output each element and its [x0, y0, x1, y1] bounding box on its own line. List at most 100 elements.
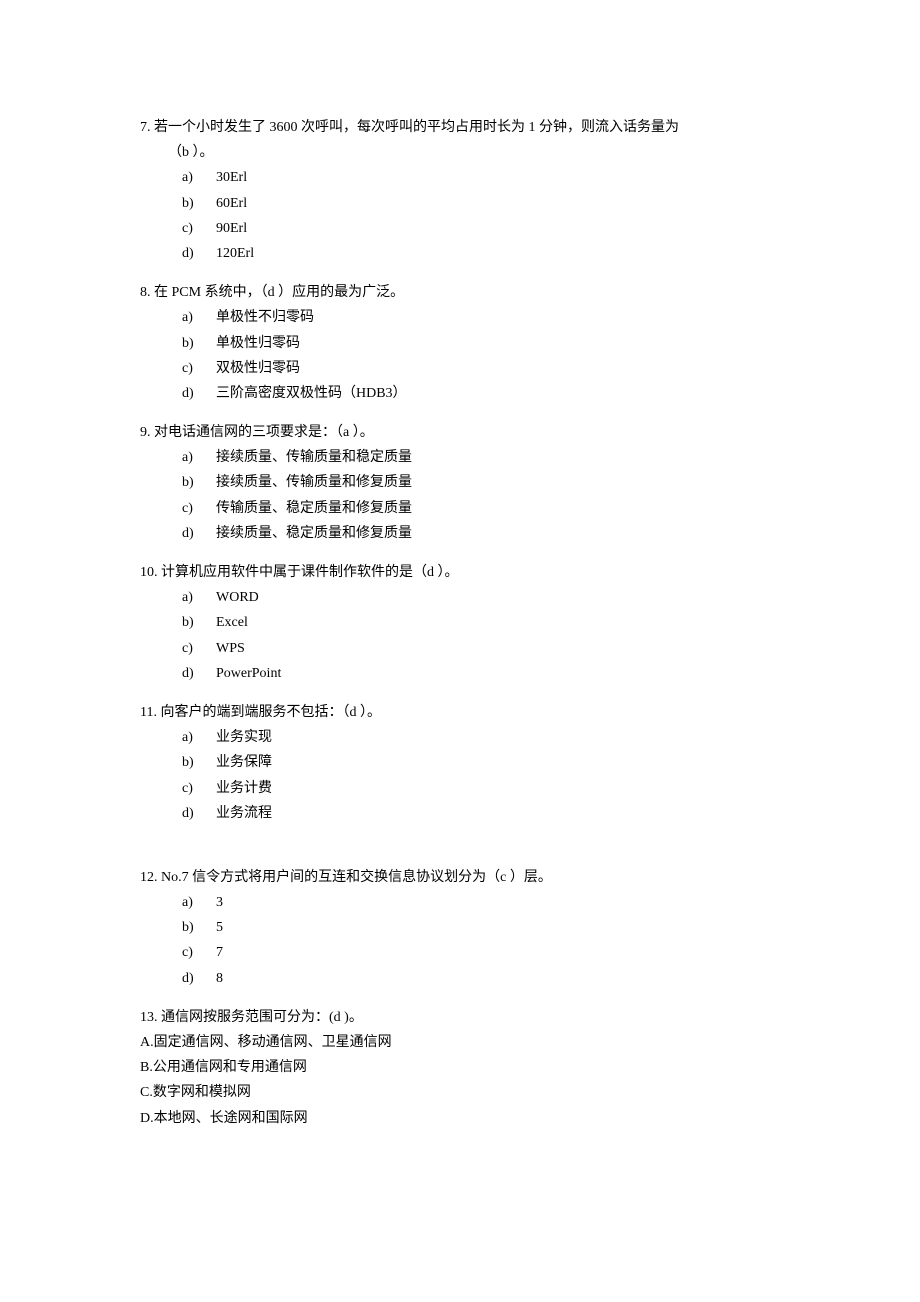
option-a: a)3: [182, 890, 815, 915]
question-text: 向客户的端到端服务不包括：（d ）。: [160, 705, 381, 720]
option-text: 单极性归零码: [216, 336, 300, 351]
question-stem: 13. 通信网按服务范围可分为：(d )。: [140, 1005, 815, 1030]
option-letter: d): [182, 381, 216, 406]
option-letter: b): [182, 610, 216, 635]
option-b: B.公用通信网和专用通信网: [140, 1055, 815, 1080]
option-letter: c): [182, 636, 216, 661]
option-b: b)Excel: [182, 610, 815, 635]
option-text: 业务流程: [216, 806, 272, 821]
option-c: c)WPS: [182, 636, 815, 661]
option-letter: D.: [140, 1106, 154, 1131]
option-letter: d): [182, 241, 216, 266]
option-text: 7: [216, 945, 223, 960]
option-letter: b): [182, 750, 216, 775]
option-text: 传输质量、稳定质量和修复质量: [216, 501, 412, 516]
question-stem: 7. 若一个小时发生了 3600 次呼叫，每次呼叫的平均占用时长为 1 分钟，则…: [140, 115, 815, 140]
question-stem: 9. 对电话通信网的三项要求是：（a ）。: [140, 420, 815, 445]
option-letter: c): [182, 496, 216, 521]
option-text: 本地网、长途网和国际网: [154, 1111, 308, 1126]
option-d: d)三阶高密度双极性码（HDB3）: [182, 381, 815, 406]
question-number: 13.: [140, 1010, 158, 1025]
option-text: 单极性不归零码: [216, 310, 314, 325]
question-13: 13. 通信网按服务范围可分为：(d )。 A.固定通信网、移动通信网、卫星通信…: [140, 1005, 815, 1131]
option-letter: b): [182, 470, 216, 495]
question-number: 12.: [140, 870, 158, 885]
option-c: c)业务计费: [182, 776, 815, 801]
option-letter: b): [182, 191, 216, 216]
option-text: Excel: [216, 615, 248, 630]
question-10: 10. 计算机应用软件中属于课件制作软件的是（d ）。 a)WORD b)Exc…: [140, 560, 815, 686]
question-12: 12. No.7 信令方式将用户间的互连和交换信息协议划分为（c ）层。 a)3…: [140, 865, 815, 991]
question-8: 8. 在 PCM 系统中，（d ）应用的最为广泛。 a)单极性不归零码 b)单极…: [140, 280, 815, 406]
option-a: a)单极性不归零码: [182, 305, 815, 330]
option-letter: a): [182, 305, 216, 330]
question-stem: 12. No.7 信令方式将用户间的互连和交换信息协议划分为（c ）层。: [140, 865, 815, 890]
option-text: 60Erl: [216, 196, 247, 211]
option-d: D.本地网、长途网和国际网: [140, 1106, 815, 1131]
option-text: 公用通信网和专用通信网: [153, 1060, 307, 1075]
question-number: 11.: [140, 705, 157, 720]
option-letter: c): [182, 776, 216, 801]
option-a: a)接续质量、传输质量和稳定质量: [182, 445, 815, 470]
option-b: b)5: [182, 915, 815, 940]
option-text: 接续质量、稳定质量和修复质量: [216, 526, 412, 541]
option-letter: B.: [140, 1055, 153, 1080]
option-letter: b): [182, 915, 216, 940]
option-letter: a): [182, 165, 216, 190]
option-c: c)7: [182, 940, 815, 965]
question-stem: 8. 在 PCM 系统中，（d ）应用的最为广泛。: [140, 280, 815, 305]
option-text: 业务保障: [216, 755, 272, 770]
options: a)单极性不归零码 b)单极性归零码 c)双极性归零码 d)三阶高密度双极性码（…: [140, 305, 815, 406]
option-a: a)业务实现: [182, 725, 815, 750]
option-text: 数字网和模拟网: [153, 1085, 251, 1100]
options: a)业务实现 b)业务保障 c)业务计费 d)业务流程: [140, 725, 815, 826]
option-text: 30Erl: [216, 170, 247, 185]
option-letter: C.: [140, 1080, 153, 1105]
option-letter: c): [182, 356, 216, 381]
option-d: d)业务流程: [182, 801, 815, 826]
option-c: C.数字网和模拟网: [140, 1080, 815, 1105]
option-a: A.固定通信网、移动通信网、卫星通信网: [140, 1030, 815, 1055]
option-c: c)传输质量、稳定质量和修复质量: [182, 496, 815, 521]
option-letter: d): [182, 966, 216, 991]
option-b: b)单极性归零码: [182, 331, 815, 356]
question-number: 8.: [140, 285, 151, 300]
question-text: 计算机应用软件中属于课件制作软件的是（d ）。: [161, 565, 459, 580]
question-9: 9. 对电话通信网的三项要求是：（a ）。 a)接续质量、传输质量和稳定质量 b…: [140, 420, 815, 546]
options: A.固定通信网、移动通信网、卫星通信网 B.公用通信网和专用通信网 C.数字网和…: [140, 1030, 815, 1131]
option-letter: c): [182, 940, 216, 965]
option-text: 业务计费: [216, 781, 272, 796]
option-letter: d): [182, 521, 216, 546]
option-a: a)WORD: [182, 585, 815, 610]
option-d: d)120Erl: [182, 241, 815, 266]
option-letter: b): [182, 331, 216, 356]
question-text: 若一个小时发生了 3600 次呼叫，每次呼叫的平均占用时长为 1 分钟，则流入话…: [154, 120, 679, 135]
option-text: WPS: [216, 641, 245, 656]
option-text: 固定通信网、移动通信网、卫星通信网: [154, 1035, 392, 1050]
options: a)WORD b)Excel c)WPS d)PowerPoint: [140, 585, 815, 686]
option-letter: a): [182, 585, 216, 610]
option-text: 接续质量、传输质量和修复质量: [216, 475, 412, 490]
option-c: c)90Erl: [182, 216, 815, 241]
question-stem: 10. 计算机应用软件中属于课件制作软件的是（d ）。: [140, 560, 815, 585]
question-text: 对电话通信网的三项要求是：（a ）。: [154, 425, 374, 440]
options: a)接续质量、传输质量和稳定质量 b)接续质量、传输质量和修复质量 c)传输质量…: [140, 445, 815, 546]
option-text: 接续质量、传输质量和稳定质量: [216, 450, 412, 465]
question-text: No.7 信令方式将用户间的互连和交换信息协议划分为（c ）层。: [161, 870, 552, 885]
option-text: 3: [216, 895, 223, 910]
options: a)3 b)5 c)7 d)8: [140, 890, 815, 991]
option-d: d)8: [182, 966, 815, 991]
option-text: PowerPoint: [216, 666, 281, 681]
question-text: 在 PCM 系统中，（d ）应用的最为广泛。: [154, 285, 404, 300]
option-text: 120Erl: [216, 246, 254, 261]
option-b: b)业务保障: [182, 750, 815, 775]
option-text: 5: [216, 920, 223, 935]
option-text: 8: [216, 971, 223, 986]
option-letter: A.: [140, 1030, 154, 1055]
option-b: b)60Erl: [182, 191, 815, 216]
option-text: 业务实现: [216, 730, 272, 745]
question-stem-cont: （b ）。: [140, 140, 815, 165]
question-11: 11. 向客户的端到端服务不包括：（d ）。 a)业务实现 b)业务保障 c)业…: [140, 700, 815, 826]
option-letter: d): [182, 801, 216, 826]
option-b: b)接续质量、传输质量和修复质量: [182, 470, 815, 495]
